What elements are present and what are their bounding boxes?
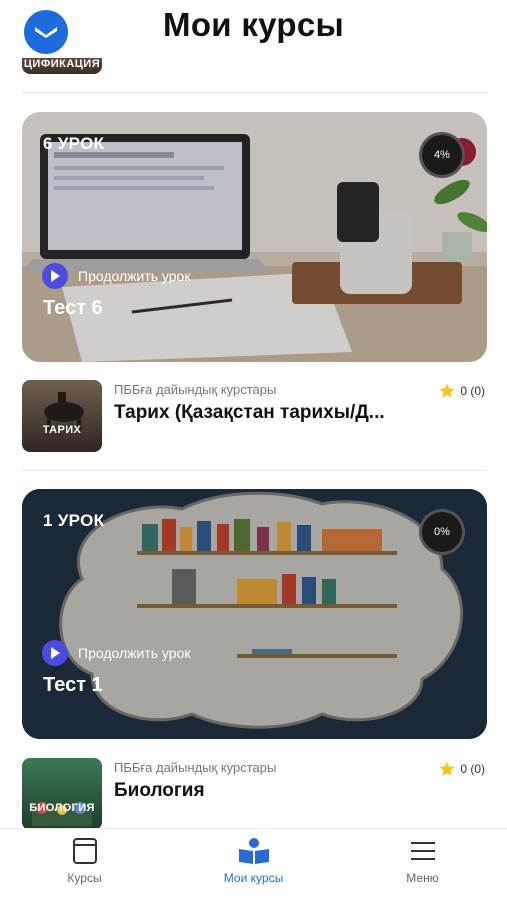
divider <box>22 470 487 471</box>
course-list-item[interactable]: БИОЛОГИЯ ПББға дайындық курстары Биологи… <box>22 758 487 830</box>
horseman-illustration <box>44 392 84 430</box>
header: Мои курсы <box>0 0 507 58</box>
continue-lesson-button[interactable]: Продолжить урок <box>42 263 190 289</box>
lesson-count: 6 УРОК <box>43 134 105 153</box>
course-rating: 0 (0) <box>438 382 485 400</box>
thumb-label: ЦИФИКАЦИЯ <box>23 58 101 70</box>
divider <box>22 92 487 93</box>
progress-indicator: 0% <box>419 509 465 555</box>
continue-lesson-label: Продолжить урок <box>78 268 191 284</box>
lesson-title: Тест 1 <box>43 674 103 696</box>
course-thumbnail: ТАРИХ <box>22 380 102 452</box>
play-icon <box>42 263 68 289</box>
star-icon <box>439 383 455 398</box>
lesson-card[interactable]: 6 УРОК 4% Продолжить урок Тест 6 <box>22 112 487 362</box>
nav-label: Мои курсы <box>223 871 284 885</box>
course-thumbnail-label: БИОЛОГИЯ <box>29 802 95 814</box>
nav-item-courses[interactable]: Курсы <box>0 829 169 900</box>
continue-lesson-label: Продолжить урок <box>78 645 191 661</box>
course-name: Биология <box>114 780 205 801</box>
page-title: Мои курсы <box>163 6 344 43</box>
play-icon <box>42 640 68 666</box>
continue-lesson-button[interactable]: Продолжить урок <box>42 640 190 666</box>
open-book-icon <box>238 838 269 864</box>
course-rating: 0 (0) <box>438 760 485 778</box>
book-outline-icon <box>72 838 97 864</box>
star-icon <box>439 761 455 776</box>
nav-item-my-courses[interactable]: Мои курсы <box>169 829 338 900</box>
rating-value: 0 (0) <box>460 762 485 776</box>
course-provider: ПББға дайындық курстары <box>114 760 277 775</box>
course-name: Тарих (Қазақстан тарихы/Д... <box>114 402 385 423</box>
course-thumbnail-label: ТАРИХ <box>42 424 82 436</box>
lesson-title: Тест 6 <box>43 297 103 319</box>
course-thumbnail: БИОЛОГИЯ <box>22 758 102 830</box>
progress-indicator: 4% <box>419 132 465 178</box>
course-provider: ПББға дайындық курстары <box>114 382 277 397</box>
nav-label: Курсы <box>67 871 102 885</box>
rating-value: 0 (0) <box>460 384 485 398</box>
lesson-count: 1 УРОК <box>43 511 105 530</box>
bottom-navigation: Курсы Мои курсы Меню <box>0 828 507 900</box>
lesson-card[interactable]: 1 УРОК 0% Продолжить урок Тест 1 <box>22 489 487 739</box>
nav-label: Меню <box>406 871 439 885</box>
biology-illustration <box>32 802 92 826</box>
course-list-item[interactable]: ТАРИХ ПББға дайындық курстары Тарих (Қаз… <box>22 380 487 452</box>
hamburger-menu-icon <box>410 842 435 860</box>
nav-item-menu[interactable]: Меню <box>338 829 507 900</box>
